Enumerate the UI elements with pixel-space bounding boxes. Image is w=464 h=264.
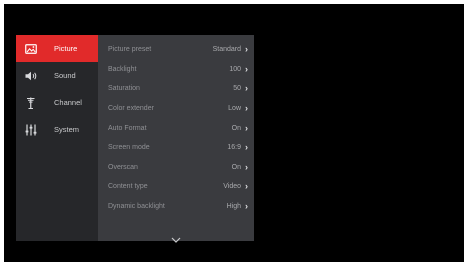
setting-value: Standard xyxy=(212,46,241,54)
chevron-right-icon: › xyxy=(245,142,248,153)
setting-name: Auto Format xyxy=(108,124,147,132)
chevron-right-icon: › xyxy=(245,161,248,172)
setting-value: On xyxy=(231,124,241,132)
chevron-right-icon: › xyxy=(245,83,248,94)
tv-screen: Picture Sound Channel System Picture pre… xyxy=(4,4,464,262)
category-label: System xyxy=(54,125,80,134)
setting-overscan[interactable]: Overscan On › xyxy=(98,158,254,178)
setting-saturation[interactable]: Saturation 50 › xyxy=(98,79,254,99)
setting-name: Picture preset xyxy=(108,46,152,54)
setting-backlight[interactable]: Backlight 100 › xyxy=(98,60,254,80)
setting-value: 50 xyxy=(233,85,241,93)
chevron-right-icon: › xyxy=(245,103,248,114)
setting-dynamic-backlight[interactable]: Dynamic backlight High › xyxy=(98,197,254,217)
settings-panel: Picture preset Standard › Backlight 100 › … xyxy=(98,35,254,243)
category-sound[interactable]: Sound xyxy=(16,62,98,89)
category-system[interactable]: System xyxy=(16,116,98,143)
setting-name: Backlight xyxy=(108,65,137,73)
setting-screen-mode[interactable]: Screen mode 16:9 › xyxy=(98,138,254,158)
chevron-right-icon: › xyxy=(245,63,248,74)
setting-name: Color extender xyxy=(108,105,154,113)
setting-name: Content type xyxy=(108,183,148,191)
category-sidebar: Picture Sound Channel System xyxy=(16,35,98,241)
setting-name: Overscan xyxy=(108,163,138,171)
setting-value: Video xyxy=(223,183,241,191)
setting-picture-preset[interactable]: Picture preset Standard › xyxy=(98,40,254,60)
category-label: Sound xyxy=(54,71,76,80)
chevron-right-icon: › xyxy=(245,44,248,55)
setting-content-type[interactable]: Content type Video › xyxy=(98,177,254,197)
chevron-right-icon: › xyxy=(245,181,248,192)
setting-value: 100 xyxy=(229,65,241,73)
antenna-icon xyxy=(19,97,43,109)
chevron-right-icon: › xyxy=(245,122,248,133)
settings-menu: Picture Sound Channel System Picture pre… xyxy=(16,35,254,243)
chevron-down-icon[interactable] xyxy=(170,231,182,243)
setting-value: Low xyxy=(228,105,241,113)
settings-list: Picture preset Standard › Backlight 100 › … xyxy=(98,35,254,216)
setting-color-extender[interactable]: Color extender Low › xyxy=(98,99,254,119)
category-channel[interactable]: Channel xyxy=(16,89,98,116)
setting-auto-format[interactable]: Auto Format On › xyxy=(98,118,254,138)
category-label: Channel xyxy=(54,98,82,107)
setting-value: 16:9 xyxy=(227,144,241,152)
setting-value: On xyxy=(231,163,241,171)
picture-icon xyxy=(19,43,43,54)
setting-name: Dynamic backlight xyxy=(108,203,165,211)
category-label: Picture xyxy=(54,44,78,53)
setting-value: High xyxy=(226,203,241,211)
sliders-icon xyxy=(19,124,43,136)
speaker-icon xyxy=(19,71,43,81)
setting-name: Screen mode xyxy=(108,144,150,152)
chevron-right-icon: › xyxy=(245,201,248,212)
category-picture[interactable]: Picture xyxy=(16,35,98,62)
setting-name: Saturation xyxy=(108,85,140,93)
